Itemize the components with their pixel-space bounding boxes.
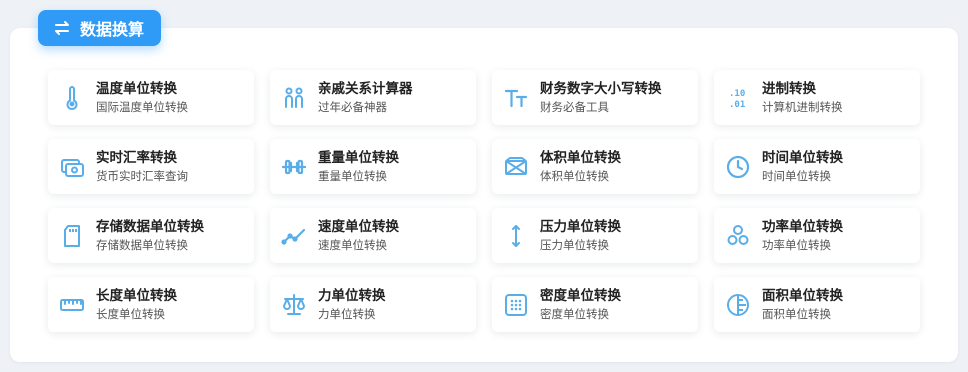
card-subtitle: 国际温度单位转换: [96, 100, 188, 114]
section-title-tab: 数据换算: [38, 10, 161, 46]
people-icon: [280, 84, 308, 112]
card-length[interactable]: 长度单位转换 长度单位转换: [48, 277, 254, 332]
card-subtitle: 计算机进制转换: [762, 100, 843, 114]
vertical-arrows-icon: [502, 222, 530, 250]
card-subtitle: 力单位转换: [318, 307, 376, 321]
text-size-icon: [502, 84, 530, 112]
svg-text:.01: .01: [729, 100, 745, 110]
thermometer-icon: [58, 84, 86, 112]
card-subtitle: 体积单位转换: [540, 169, 609, 183]
dotted-square-icon: [502, 291, 530, 319]
card-power[interactable]: 功率单位转换 功率单位转换: [714, 208, 920, 263]
card-subtitle: 面积单位转换: [762, 307, 831, 321]
swap-icon: [52, 18, 72, 38]
converter-grid: 温度单位转换 国际温度单位转换 亲戚关系计算器 过年必备神器 财务数字大小写转换 财务…: [48, 70, 920, 332]
card-exchange-rate[interactable]: 实时汇率转换 货币实时汇率查询: [48, 139, 254, 194]
card-temperature[interactable]: 温度单位转换 国际温度单位转换: [48, 70, 254, 125]
card-density[interactable]: 密度单位转换 密度单位转换: [492, 277, 698, 332]
binary-icon: .10.01: [724, 84, 752, 112]
card-base-conversion[interactable]: .10.01 进制转换计算机进制转换: [714, 70, 920, 125]
card-subtitle: 长度单位转换: [96, 307, 165, 321]
card-title: 实时汇率转换: [96, 150, 177, 166]
sd-card-icon: [58, 222, 86, 250]
card-force[interactable]: 力单位转换 力单位转换: [270, 277, 476, 332]
card-subtitle: 重量单位转换: [318, 169, 387, 183]
card-subtitle: 时间单位转换: [762, 169, 831, 183]
card-subtitle: 密度单位转换: [540, 307, 609, 321]
card-title: 重量单位转换: [318, 150, 399, 166]
card-finance-number[interactable]: 财务数字大小写转换 财务必备工具: [492, 70, 698, 125]
card-title: 存储数据单位转换: [96, 219, 204, 235]
card-speed[interactable]: 速度单位转换 速度单位转换: [270, 208, 476, 263]
card-subtitle: 货币实时汇率查询: [96, 169, 188, 183]
card-title: 体积单位转换: [540, 150, 621, 166]
card-subtitle: 财务必备工具: [540, 100, 609, 114]
card-title: 密度单位转换: [540, 288, 621, 304]
card-weight[interactable]: 重量单位转换 重量单位转换: [270, 139, 476, 194]
card-title: 温度单位转换: [96, 81, 177, 97]
money-icon: [58, 153, 86, 181]
card-title: 长度单位转换: [96, 288, 177, 304]
card-subtitle: 压力单位转换: [540, 238, 609, 252]
area-circle-icon: [724, 291, 752, 319]
card-title: 力单位转换: [318, 288, 386, 304]
scale-icon: [280, 291, 308, 319]
card-title: 进制转换: [762, 81, 816, 97]
card-title: 财务数字大小写转换: [540, 81, 662, 97]
card-subtitle: 过年必备神器: [318, 100, 387, 114]
card-title: 压力单位转换: [540, 219, 621, 235]
card-subtitle: 存储数据单位转换: [96, 238, 188, 252]
ruler-icon: [58, 291, 86, 319]
card-title: 速度单位转换: [318, 219, 399, 235]
card-subtitle: 速度单位转换: [318, 238, 387, 252]
card-time[interactable]: 时间单位转换 时间单位转换: [714, 139, 920, 194]
card-title: 时间单位转换: [762, 150, 843, 166]
card-title: 面积单位转换: [762, 288, 843, 304]
card-title: 功率单位转换: [762, 219, 843, 235]
fan-icon: [724, 222, 752, 250]
dumbbell-icon: [280, 153, 308, 181]
card-storage[interactable]: 存储数据单位转换 存储数据单位转换: [48, 208, 254, 263]
card-pressure[interactable]: 压力单位转换 压力单位转换: [492, 208, 698, 263]
box-icon: [502, 153, 530, 181]
clock-icon: [724, 153, 752, 181]
card-relatives[interactable]: 亲戚关系计算器 过年必备神器: [270, 70, 476, 125]
card-title: 亲戚关系计算器: [318, 81, 413, 97]
card-area[interactable]: 面积单位转换 面积单位转换: [714, 277, 920, 332]
svg-text:.10: .10: [729, 89, 745, 99]
section-title: 数据换算: [80, 20, 145, 39]
card-volume[interactable]: 体积单位转换 体积单位转换: [492, 139, 698, 194]
card-subtitle: 功率单位转换: [762, 238, 831, 252]
trend-line-icon: [280, 222, 308, 250]
